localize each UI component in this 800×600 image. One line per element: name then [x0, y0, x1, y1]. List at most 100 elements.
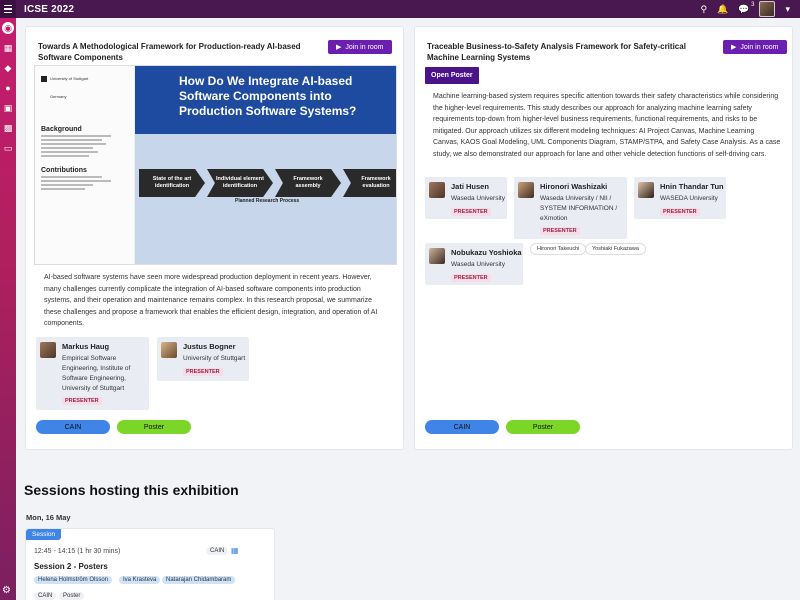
session-time: 12:45 - 14:15 (1 hr 30 mins) — [34, 548, 121, 555]
poster-text-line — [41, 188, 85, 190]
poster-main: How Do We Integrate AI-based Software Co… — [135, 66, 396, 264]
session-card[interactable]: Session 12:45 - 14:15 (1 hr 30 mins) CAI… — [25, 528, 275, 600]
video-camera-icon: ▶ — [336, 44, 342, 51]
poster-text-line — [41, 176, 102, 178]
users-icon[interactable]: ● — [2, 82, 14, 94]
session-track[interactable]: CAIN — [206, 547, 229, 555]
exhibit-title[interactable]: Towards A Methodological Framework for P… — [38, 41, 318, 63]
process-step: Framework assembly — [275, 169, 341, 197]
poster-contributions-heading: Contributions — [41, 167, 87, 174]
open-poster-button[interactable]: Open Poster — [425, 67, 479, 84]
author-affiliation: Waseda University — [451, 195, 505, 202]
poster-text-line — [41, 151, 98, 153]
tag-icon[interactable]: ◆ — [2, 62, 14, 74]
top-icons: ⚲ 🔔 💬 3 ▾ — [700, 0, 790, 18]
tag-cain-button[interactable]: CAIN — [36, 420, 110, 434]
author-name: Hironori Washizaki — [540, 182, 608, 191]
join-room-label: Join in room — [345, 43, 384, 51]
author-avatar — [161, 342, 177, 358]
presenter-badge: PRESENTER — [451, 208, 491, 216]
author-affiliation: Waseda University / NII / SYSTEM INFORMA… — [540, 195, 618, 222]
author-card[interactable]: Markus Haug Empirical Software Engineeri… — [36, 337, 149, 410]
app-title[interactable]: ICSE 2022 — [24, 4, 74, 15]
poster-text-line — [41, 180, 111, 182]
author-avatar — [40, 342, 56, 358]
top-bar: ICSE 2022 ⚲ 🔔 💬 3 ▾ — [0, 0, 800, 18]
author-avatar — [518, 182, 534, 198]
author-avatar — [429, 182, 445, 198]
poster-text-line — [41, 135, 111, 137]
author-name: Justus Bogner — [183, 342, 236, 351]
presenter-badge: PRESENTER — [540, 227, 580, 235]
author-card[interactable]: Hnin Thandar Tun WASEDA University PRESE… — [634, 177, 726, 219]
poster-image[interactable]: University of Stuttgart Germany Backgrou… — [34, 65, 397, 265]
presenter-badge: PRESENTER — [62, 397, 102, 405]
session-date: Mon, 16 May — [26, 513, 71, 522]
presenter-badge: PRESENTER — [451, 274, 491, 282]
presenter-badge: PRESENTER — [183, 368, 223, 376]
session-tag[interactable]: Poster — [59, 592, 85, 600]
author-card[interactable]: Justus Bogner University of Stuttgart PR… — [157, 337, 249, 381]
home-icon[interactable]: ◉ — [2, 22, 14, 34]
puzzle-icon[interactable]: ▣ — [2, 102, 14, 114]
calendar-icon[interactable]: ▦ — [2, 42, 14, 54]
author-name: Nobukazu Yoshioka — [451, 248, 522, 257]
bell-icon[interactable]: 🔔 — [717, 0, 728, 18]
session-badge: Session — [26, 529, 62, 540]
tag-poster-button[interactable]: Poster — [506, 420, 580, 434]
university-logo-icon — [41, 75, 47, 82]
sessions-heading: Sessions hosting this exhibition — [24, 482, 239, 498]
session-chair-chip[interactable]: Helena Holmström Olsson — [34, 576, 113, 584]
process-caption: Planned Research Process — [235, 198, 300, 204]
join-room-button[interactable]: ▶ Join in room — [328, 40, 392, 54]
author-name: Markus Haug — [62, 342, 110, 351]
session-chair-chip[interactable]: Iva Krasteva — [119, 576, 161, 584]
menu-icon[interactable] — [0, 0, 16, 18]
sidebar: ◉ ▦ ◆ ● ▣ ▩ ▭ ⚙ — [0, 18, 16, 600]
author-affiliation: WASEDA University — [660, 195, 718, 202]
message-count: 3 — [751, 2, 755, 8]
bag-icon[interactable]: ▩ — [2, 122, 14, 134]
author-name: Hnin Thandar Tun — [660, 182, 724, 191]
author-affiliation: Waseda University — [451, 261, 505, 268]
join-room-label: Join in room — [740, 43, 779, 51]
author-affiliation: University of Stuttgart — [183, 355, 246, 362]
session-name[interactable]: Session 2 - Posters — [34, 562, 108, 571]
video-camera-icon: ▶ — [731, 44, 737, 51]
poster-sidebar: University of Stuttgart Germany Backgrou… — [35, 66, 135, 264]
folder-icon[interactable]: ▭ — [2, 142, 14, 154]
session-chair-chip[interactable]: Natarajan Chidambaram — [162, 576, 236, 584]
author-avatar — [638, 182, 654, 198]
author-card[interactable]: Jati Husen Waseda University PRESENTER — [425, 177, 507, 219]
exhibit-card-left: Towards A Methodological Framework for P… — [25, 26, 404, 450]
poster-text-line — [41, 147, 94, 149]
chevron-down-icon[interactable]: ▾ — [785, 4, 790, 15]
search-icon[interactable]: ⚲ — [700, 0, 707, 18]
author-card[interactable]: Hironori Washizaki Waseda University / N… — [514, 177, 627, 239]
poster-background-heading: Background — [41, 126, 82, 133]
avatar[interactable] — [759, 1, 776, 17]
gear-icon[interactable]: ⚙ — [2, 585, 11, 596]
tag-poster-button[interactable]: Poster — [117, 420, 191, 434]
join-room-button[interactable]: ▶ Join in room — [723, 40, 787, 54]
author-chip[interactable]: Hironori Takeuchi — [530, 243, 587, 255]
author-chip[interactable]: Yoshiaki Fukazawa — [585, 243, 646, 255]
process-step: State of the art identification — [139, 169, 205, 197]
author-affiliation: Empirical Software Engineering, Institut… — [62, 355, 131, 392]
poster-university: University of Stuttgart — [50, 76, 89, 82]
process-step: Framework evaluation — [343, 169, 396, 197]
chat-icon[interactable]: 💬 3 — [738, 0, 754, 18]
exhibit-abstract: AI-based software systems have seen more… — [44, 274, 378, 327]
tag-cain-button[interactable]: CAIN — [425, 420, 499, 434]
process-steps: State of the art identification Individu… — [139, 169, 396, 197]
poster-university-sub: Germany — [50, 94, 67, 100]
exhibit-title[interactable]: Traceable Business-to-Safety Analysis Fr… — [427, 41, 717, 63]
author-avatar — [429, 248, 445, 264]
poster-text-line — [41, 139, 102, 141]
session-tag[interactable]: CAIN — [34, 592, 57, 600]
calendar-add-icon[interactable]: ▦ — [231, 546, 239, 555]
exhibit-card-right: Traceable Business-to-Safety Analysis Fr… — [414, 26, 793, 450]
presenter-badge: PRESENTER — [660, 208, 700, 216]
author-card[interactable]: Nobukazu Yoshioka Waseda University PRES… — [425, 243, 523, 285]
exhibit-abstract: Machine learning-based system requires s… — [433, 93, 781, 158]
